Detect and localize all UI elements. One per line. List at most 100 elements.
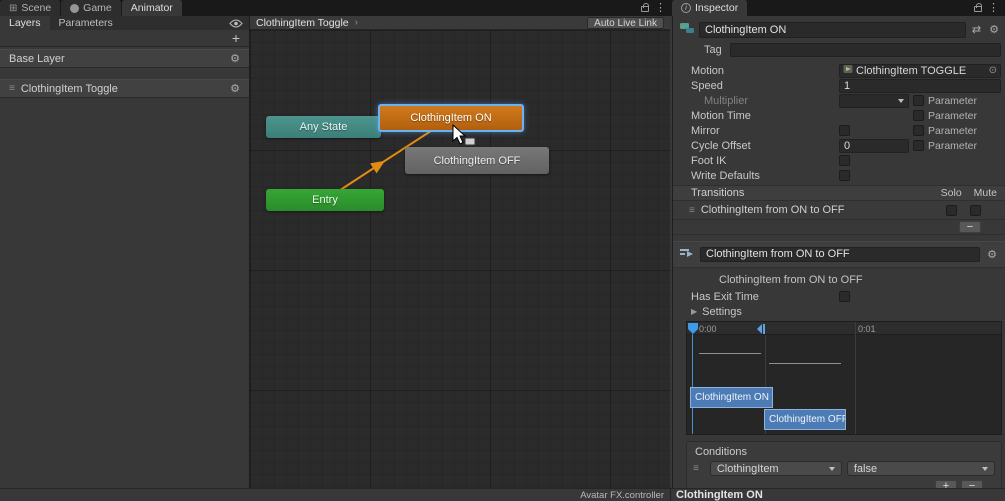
timeline-ruler[interactable]: 0:00 0:01 [687,322,1001,335]
node-label: ClothingItem ON [410,112,492,124]
layer-item-clothingitem-toggle[interactable]: ≡ ClothingItem Toggle ⚙ [0,79,249,98]
add-layer-button[interactable]: + [232,31,240,45]
state-machine-icon [679,20,695,39]
lock-icon[interactable] [641,3,649,12]
tab-scene[interactable]: ⊞ Scene [0,0,62,16]
node-entry[interactable]: Entry [266,189,384,211]
breadcrumb[interactable]: ClothingItem Toggle [256,17,349,29]
tag-field[interactable] [729,43,1001,57]
timeline-clip-off[interactable]: ClothingItem OFF [764,409,846,430]
condition-parameter-value: ClothingItem [716,462,779,475]
cycle-offset-parameter-checkbox[interactable] [913,140,924,151]
remove-condition-button[interactable]: − [961,480,983,488]
transition-timeline[interactable]: 0:00 0:01 ClothingItem ON ClothingItem O… [686,321,1002,435]
animator-window-tabs: ⊞ Scene Game Animator ⋮ [0,0,672,16]
tab-layers[interactable]: Layers [0,16,50,30]
timeline-gridline [855,322,856,434]
gear-icon[interactable]: ⚙ [987,23,1001,36]
mirror-row: Mirror Parameter [673,123,1005,138]
has-exit-time-checkbox[interactable] [839,291,850,302]
transitions-header-label: Transitions [691,187,745,199]
lock-icon[interactable] [974,3,982,12]
mouse-cursor-icon [452,124,476,146]
cycle-offset-label: Cycle Offset [691,139,751,152]
object-picker-icon[interactable]: ⊙ [989,65,997,76]
state-header: ClothingItem ON ⇄ ⚙ Tag [673,16,1005,63]
foot-ik-label: Foot IK [691,154,727,167]
condition-value-dropdown[interactable]: false [846,461,995,476]
unity-editor-window: ⊞ Scene Game Animator ⋮ Inspector ⋮ [0,0,1005,501]
layer-item-base-layer[interactable]: Base Layer ⚙ [0,49,249,68]
timeline-tick: 0:01 [858,324,876,334]
settings-foldout[interactable]: ▶ Settings [673,304,1005,319]
parameter-label: Parameter [928,139,978,152]
remove-transition-button[interactable]: − [959,221,981,233]
node-clothingitem-off[interactable]: ClothingItem OFF [405,147,549,174]
tab-animator[interactable]: Animator [121,0,183,16]
transition-list-footer: − [673,220,1005,235]
transition-edges [324,117,452,201]
solo-label: Solo [940,187,962,199]
transition-name-field[interactable]: ClothingItem from ON to OFF [700,247,981,262]
auto-live-link-button[interactable]: Auto Live Link [587,16,664,29]
drag-handle-icon: ≡ [689,204,695,216]
graph-canvas[interactable]: Any State ClothingItem OFF ClothingItem … [250,30,670,488]
motion-time-label: Motion Time [691,109,751,122]
playhead-marker[interactable] [688,323,698,334]
eye-icon[interactable] [229,19,243,28]
layer-settings-gear-icon[interactable]: ⚙ [230,82,240,95]
state-name-field[interactable]: ClothingItem ON [699,21,966,38]
write-defaults-checkbox[interactable] [839,170,850,181]
transition-item-label: ClothingItem from ON to OFF [700,204,845,216]
transitions-section-header: Transitions Solo Mute [673,185,1005,201]
multiplier-parameter-checkbox[interactable] [913,95,924,106]
multiplier-dropdown[interactable] [839,93,909,108]
condition-parameter-dropdown[interactable]: ClothingItem [709,461,842,476]
node-label: Entry [312,194,338,206]
layer-label: Base Layer [9,52,65,65]
transition-detail-header: ClothingItem from ON to OFF ⚙ [673,241,1005,268]
gear-icon[interactable]: ⚙ [985,248,999,261]
node-label: Any State [299,121,348,133]
tag-label: Tag [704,44,722,56]
selection-status-label: ClothingItem ON [676,489,763,501]
layer-settings-gear-icon[interactable]: ⚙ [230,52,240,65]
playhead-line[interactable] [692,334,693,434]
kebab-menu-icon[interactable]: ⋮ [655,1,666,15]
layer-label: ClothingItem Toggle [20,82,118,95]
speed-row: Speed 1 [673,78,1005,93]
graph-breadcrumb-bar: ClothingItem Toggle › Auto Live Link [250,16,670,30]
mirror-parameter-checkbox[interactable] [913,125,924,136]
timeline-clip-on[interactable]: ClothingItem ON [690,387,773,408]
cycle-offset-field[interactable]: 0 [839,138,909,153]
motion-time-parameter-checkbox[interactable] [913,110,924,121]
foot-ik-checkbox[interactable] [839,155,850,166]
mirror-checkbox[interactable] [839,125,850,136]
tab-game[interactable]: Game [61,0,122,16]
chevron-down-icon [828,466,835,471]
tab-inspector-label: Inspector [695,2,739,14]
mute-label: Mute [973,187,997,199]
mute-checkbox[interactable] [970,204,981,216]
transition-icon [679,246,695,263]
transition-list-item[interactable]: ≡ ClothingItem from ON to OFF [673,201,1005,220]
timeline-tick: 0:00 [699,324,717,334]
transition-end-marker[interactable] [757,324,765,334]
speed-label: Speed [691,79,723,92]
game-icon [70,3,80,13]
drag-handle-icon: ≡ [9,83,15,94]
transition-subtitle: ClothingItem from ON to OFF [719,274,863,286]
presets-icon[interactable]: ⇄ [970,23,983,36]
has-exit-time-row: Has Exit Time [673,289,1005,304]
tab-parameters[interactable]: Parameters [49,16,122,30]
speed-field[interactable]: 1 [839,78,1001,93]
node-any-state[interactable]: Any State [266,116,381,138]
motion-row: Motion ClothingItem TOGGLE ⊙ [673,63,1005,78]
motion-object-field[interactable]: ClothingItem TOGGLE ⊙ [839,63,1001,78]
motion-value: ClothingItem TOGGLE [856,64,967,77]
kebab-menu-icon[interactable]: ⋮ [988,1,999,15]
clip-curve-preview [769,363,841,364]
add-condition-button[interactable]: + [935,480,957,488]
solo-checkbox[interactable] [946,204,957,216]
tab-inspector[interactable]: Inspector [672,0,749,16]
